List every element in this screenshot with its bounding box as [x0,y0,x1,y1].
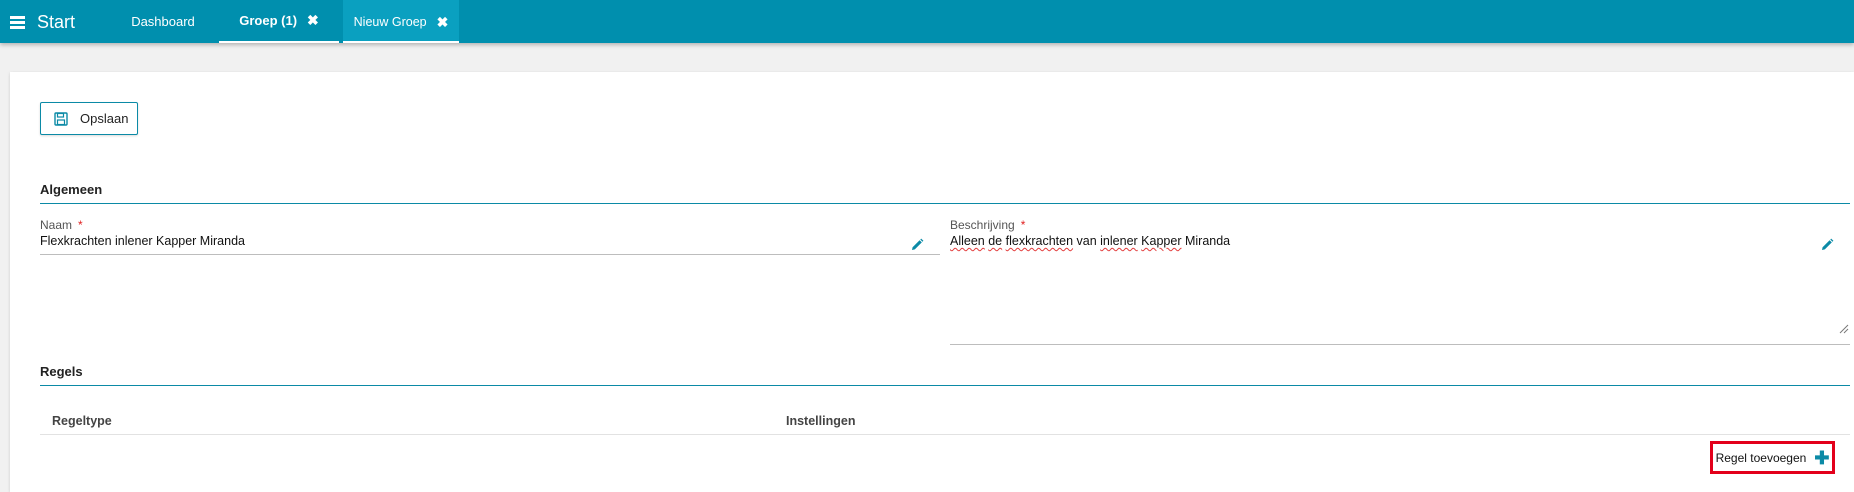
plus-icon: ✚ [1814,447,1830,468]
description-textarea[interactable]: Alleen de flexkrachten van inlener Kappe… [950,234,1230,248]
close-icon[interactable]: ✖ [437,14,449,31]
add-rule-label: Regel toevoegen [1715,450,1807,465]
section-divider [40,203,1850,204]
description-word: flexkrachten [1005,234,1074,248]
description-word: Kapper [1141,234,1182,248]
section-title-general: Algemeen [40,182,103,197]
close-icon[interactable]: ✖ [307,12,319,29]
description-label-text: Beschrijving [950,218,1015,232]
tab-nieuw-groep-label: Nieuw Groep [353,15,427,29]
floppy-disk-icon [54,111,68,126]
tab-dashboard[interactable]: Dashboard [118,0,208,43]
name-input[interactable]: Flexkrachten inlener Kapper Miranda [40,234,245,248]
pencil-icon[interactable] [1820,238,1834,252]
required-marker: * [1020,218,1026,232]
section-title-rules: Regels [40,364,83,379]
description-word: van [1076,234,1097,248]
top-navigation-bar: Start Dashboard Groep (1) ✖ Nieuw Groep … [0,0,1854,43]
add-rule-button[interactable]: Regel toevoegen ✚ [1710,441,1835,474]
main-panel: Opslaan Algemeen Naam * Flexkrachten inle… [10,72,1854,492]
description-word: inlener [1100,234,1138,248]
tab-nieuw-groep[interactable]: Nieuw Groep ✖ [343,0,459,43]
name-field-label: Naam * [40,218,83,232]
tab-groep-1[interactable]: Groep (1) ✖ [219,0,339,43]
description-word: Alleen [950,234,985,248]
column-header-regeltype: Regeltype [52,414,112,428]
start-label: Start [37,11,76,32]
name-label-text: Naam [40,218,73,232]
table-header-divider [40,434,1850,435]
tab-groep-1-label: Groep (1) [239,13,298,28]
required-marker: * [78,218,83,232]
start-menu-button[interactable]: Start [10,10,75,34]
save-button[interactable]: Opslaan [40,102,138,135]
resize-handle-icon[interactable] [1839,324,1849,334]
pencil-icon[interactable] [910,238,924,252]
description-word: de [988,234,1003,248]
name-input-underline [40,254,940,255]
column-header-instellingen: Instellingen [786,414,856,428]
section-divider [40,385,1850,386]
description-word: Miranda [1184,234,1231,248]
description-textarea-underline [950,344,1850,345]
hamburger-icon [10,16,25,29]
tab-dashboard-label: Dashboard [131,14,195,29]
description-field-label: Beschrijving * [950,218,1025,232]
save-button-label: Opslaan [80,111,129,126]
